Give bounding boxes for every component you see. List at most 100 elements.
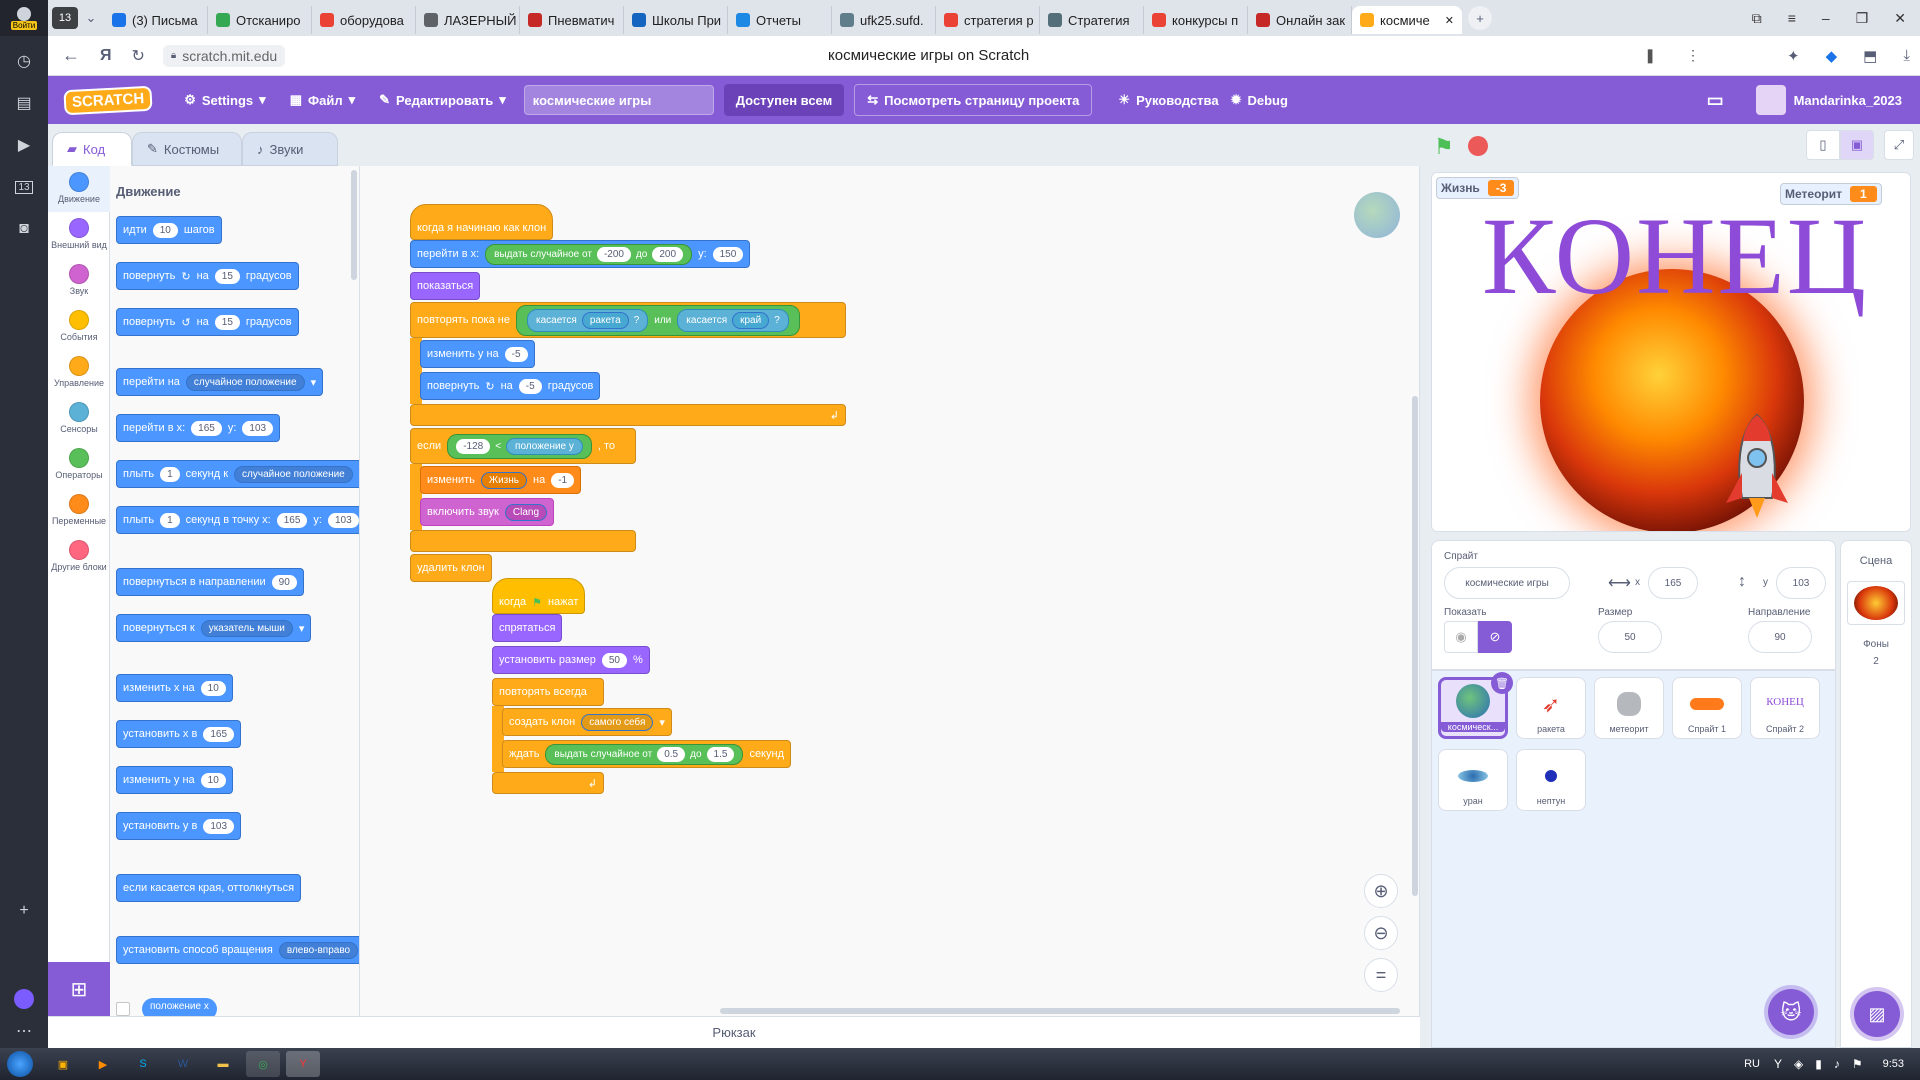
zoom-in-button[interactable]: ⊕ [1364,874,1398,908]
login-button[interactable]: Войти [0,0,48,36]
operator-or[interactable]: касается ракета? или касается край? [515,304,800,336]
browser-tab[interactable]: оборудова [312,6,416,34]
block-change-variable[interactable]: изменить Жизнь на -1 [420,466,582,494]
block-turn-right[interactable]: повернуть ↻ на 15 градусов [116,262,299,290]
restore-icon[interactable]: ❐ [1856,10,1869,27]
small-stage-button[interactable]: ▯ [1806,130,1840,160]
menu-icon[interactable]: ≡ [1788,10,1796,27]
block-forever[interactable]: повторять всегда [492,678,604,706]
green-flag-icon[interactable]: ⚑ [1434,134,1454,160]
block-goto-xy[interactable]: перейти в x: 165 y: 103 [116,414,281,442]
workspace-vscrollbar[interactable] [1412,396,1418,896]
operator-less-than[interactable]: -128 < положение y [447,433,592,459]
browser-tab[interactable]: конкурсы п [1144,6,1248,34]
browser-tab[interactable]: Отчеты [728,6,832,34]
tab-sounds[interactable]: ♪ Звуки [242,132,338,166]
tab-code[interactable]: ▰ Код [52,132,132,166]
taskbar-app-2[interactable]: ▶ [86,1051,120,1077]
sprite-tile-uranus[interactable]: уран [1438,749,1508,811]
backpack[interactable]: Рюкзак [48,1016,1420,1048]
block-start-sound[interactable]: включить звук Clang [420,498,555,526]
block-hide[interactable]: спрятаться [492,614,563,642]
block-glide-xy[interactable]: плыть 1 секунд в точку x: 165 y: 103 [116,506,359,534]
add-sprite-button[interactable]: 🐱︎ [1768,989,1814,1035]
large-stage-button[interactable]: ▣ [1840,130,1874,160]
more-vert-icon[interactable]: ⋮ [1686,47,1700,64]
tab-costumes[interactable]: ✎ Костюмы [132,132,242,166]
bookmarks-icon[interactable]: ⧉ [1752,10,1762,27]
hide-sprite-button[interactable]: ⊘ [1478,621,1512,653]
taskbar-app-5[interactable]: ▬ [206,1051,240,1077]
direction-input[interactable] [1748,621,1812,653]
fullscreen-button[interactable]: ⤢ [1884,130,1914,160]
tray-yandex-icon[interactable]: Y [1774,1057,1782,1071]
browser-tab[interactable]: ufk25.sufd. [832,6,936,34]
block-glide[interactable]: плыть 1 секунд к случайное положение [116,460,359,488]
taskbar-app-4[interactable]: W [166,1051,200,1077]
see-project-page-button[interactable]: ⇆ Посмотреть страницу проекта [854,84,1093,116]
block-change-x[interactable]: изменить x на 10 [116,674,233,702]
category-3[interactable]: События [48,304,110,350]
stage-selector[interactable]: Сцена Фоны 2 ▨ [1840,540,1912,1048]
browser-tab[interactable]: Отсканиро [208,6,312,34]
palette-scrollbar[interactable] [351,170,357,280]
category-8[interactable]: Другие блоки [48,534,110,580]
bookmark-icon[interactable]: ❚ [1644,47,1656,64]
sensing-touching-edge[interactable]: касается край? [677,308,789,332]
sprite-tile-sprite2[interactable]: КОНЕЦ Спрайт 2 [1750,677,1820,739]
stage[interactable]: КОНЕЦ Жизнь -3 Метеорит 1 [1431,172,1911,532]
browser-tab[interactable]: Стратегия [1040,6,1144,34]
browser-tab[interactable]: Школы При [624,6,728,34]
hat-when-start-as-clone[interactable]: когда я начинаю как клон [410,204,554,240]
reporter-x-position[interactable]: положение x [142,998,217,1016]
block-rotation-style[interactable]: установить способ вращения влево-вправо [116,936,359,964]
category-2[interactable]: Звук [48,258,110,304]
block-goto[interactable]: перейти на случайное положение ▾ [116,368,324,396]
block-repeat-until[interactable]: повторять пока не касается ракета? или ка… [410,302,846,338]
block-turn-right[interactable]: повернуть ↻ на -5 градусов [420,372,601,400]
start-button[interactable] [0,1048,40,1080]
tray-shield-icon[interactable]: ◈ [1794,1057,1803,1071]
zoom-out-button[interactable]: ⊖ [1364,916,1398,950]
edit-menu[interactable]: ✎ Редактировать ▾ [367,76,518,124]
block-move[interactable]: идти 10 шагов [116,216,222,244]
x-input[interactable] [1648,567,1698,599]
browser-tab[interactable]: ЛАЗЕРНЫЙ [416,6,520,34]
tray-network-icon[interactable]: ▮ [1815,1057,1822,1071]
add-backdrop-button[interactable]: ▨ [1854,991,1900,1037]
video-icon[interactable]: ▶ [0,124,48,166]
xpos-checkbox[interactable] [116,1002,130,1016]
category-4[interactable]: Управление [48,350,110,396]
scratch-logo[interactable]: SCRATCH [63,85,153,115]
tabs-count-icon[interactable]: 13 [0,166,48,208]
category-6[interactable]: Операторы [48,442,110,488]
show-sprite-button[interactable]: ◉ [1444,621,1478,653]
workspace-hscrollbar[interactable] [720,1008,1400,1014]
block-set-size[interactable]: установить размер 50% [492,646,650,674]
taskbar-app-6[interactable]: ◎ [246,1051,280,1077]
downloads-icon[interactable]: ⤓ [1903,47,1910,65]
block-wait[interactable]: ждать выдать случайное от 0.5 до 1.5 секунд [502,740,791,768]
account-menu[interactable]: Mandarinka_2023 [1755,85,1902,115]
more-icon[interactable]: ⋯ [0,1010,48,1052]
zoom-reset-button[interactable]: = [1364,958,1398,992]
collections-icon[interactable]: ▤ [0,82,48,124]
block-point-towards[interactable]: повернуться к указатель мыши ▾ [116,614,312,642]
delete-sprite-button[interactable]: 🗑︎ [1491,672,1513,694]
size-input[interactable] [1598,621,1662,653]
tab-counter[interactable]: 13 [52,7,78,29]
minimize-icon[interactable]: – [1822,10,1830,27]
block-set-x[interactable]: установить x в 165 [116,720,242,748]
block-goto-xy[interactable]: перейти в x: выдать случайное от -200 до 20… [410,240,751,268]
stage-thumbnail[interactable] [1847,581,1905,625]
tray-volume-icon[interactable]: ♪ [1834,1057,1840,1071]
category-0[interactable]: Движение [48,166,110,212]
sprite-tile-sprite1[interactable]: Спрайт 1 [1672,677,1742,739]
extensions-icon[interactable]: ⬒ [1863,47,1877,65]
sprite-tile-space-games[interactable]: космическ... 🗑︎ [1438,672,1513,739]
tutorials-button[interactable]: ☀ Руководства [1106,76,1230,124]
sprite-tile-neptune[interactable]: нептун [1516,749,1586,811]
browser-tab[interactable]: космиче ✕ [1352,6,1462,34]
browser-tab[interactable]: (3) Письма [104,6,208,34]
block-create-clone[interactable]: создать клон самого себя ▾ [502,708,672,736]
